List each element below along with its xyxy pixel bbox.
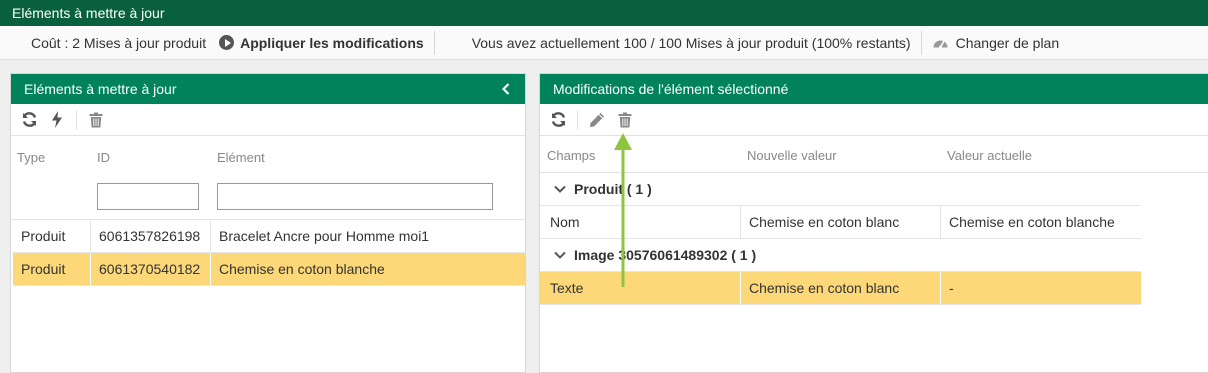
items-grid-header: Type ID Elément [11,136,525,220]
toolbar-separator [76,109,77,130]
play-icon [219,35,235,50]
row-id: 6061370540182 [91,253,211,285]
change-field: Nom [540,206,741,238]
annotation-arrow [614,133,632,287]
row-element: Bracelet Ancre pour Homme moi1 [219,228,430,244]
column-id[interactable]: ID [97,150,110,165]
changes-panel-header: Modifications de l'élément sélectionné [540,74,1208,104]
toolbar-separator [577,109,578,130]
window-title: Eléments à mettre à jour [0,0,1208,26]
column-current-value[interactable]: Valeur actuelle [947,148,1032,163]
group-image-label: Image 30576061489302 ( 1 ) [574,246,757,263]
quota-section: Vous avez actuellement 100 / 100 Mises à… [435,26,921,59]
element-filter-input[interactable] [217,183,493,210]
quota-text: Vous avez actuellement 100 / 100 Mises à… [471,34,911,51]
id-filter-input[interactable] [97,183,199,210]
changes-panel: Modifications de l'élément sélectionné C… [539,73,1208,373]
refresh-icon[interactable] [17,108,41,132]
change-current-value: - [949,280,954,296]
change-plan-button[interactable]: Changer de plan [922,26,1070,59]
change-field: Texte [540,272,741,304]
row-type: Produit [13,253,91,285]
column-type[interactable]: Type [17,150,45,165]
row-element: Chemise en coton blanche [219,261,385,277]
change-new-value: Chemise en coton blanc [741,206,941,238]
chevron-down-icon [554,251,566,259]
refresh-icon[interactable] [546,108,570,132]
top-toolbar: Coût : 2 Mises à jour produit Appliquer … [0,26,1208,60]
column-element[interactable]: Elément [217,150,265,165]
change-new-value: Chemise en coton blanc [741,272,941,304]
changes-grid-header: Champs Nouvelle valeur Valeur actuelle [540,136,1208,173]
apply-changes-label: Appliquer les modifications [240,34,424,51]
apply-changes-button[interactable]: Appliquer les modifications [219,35,424,51]
cost-text: Coût : 2 Mises à jour produit [31,34,207,51]
column-field[interactable]: Champs [547,148,595,163]
gauge-icon [933,40,948,49]
items-panel-title: Eléments à mettre à jour [24,81,177,97]
changes-panel-title: Modifications de l'élément sélectionné [553,81,789,97]
chevron-left-icon[interactable] [499,74,513,104]
column-new-value[interactable]: Nouvelle valeur [747,148,837,163]
trash-icon[interactable] [613,108,637,132]
table-row-selected[interactable]: Produit 6061370540182 Chemise en coton b… [13,253,525,286]
changes-toolbar [540,104,1208,136]
items-toolbar [11,104,525,136]
pencil-icon[interactable] [585,108,609,132]
row-id: 6061357826198 [91,220,211,252]
items-panel: Eléments à mettre à jour Type ID Elément… [10,73,526,373]
change-current-value: Chemise en coton blanche [949,214,1115,230]
lightning-icon[interactable] [45,108,69,132]
table-row[interactable]: Produit 6061357826198 Bracelet Ancre pou… [13,220,525,253]
items-panel-header: Eléments à mettre à jour [11,74,525,104]
row-type: Produit [13,220,91,252]
chevron-down-icon [554,185,566,193]
cost-section: Coût : 2 Mises à jour produit Appliquer … [0,26,434,59]
change-plan-label: Changer de plan [955,34,1060,51]
trash-icon[interactable] [84,108,108,132]
